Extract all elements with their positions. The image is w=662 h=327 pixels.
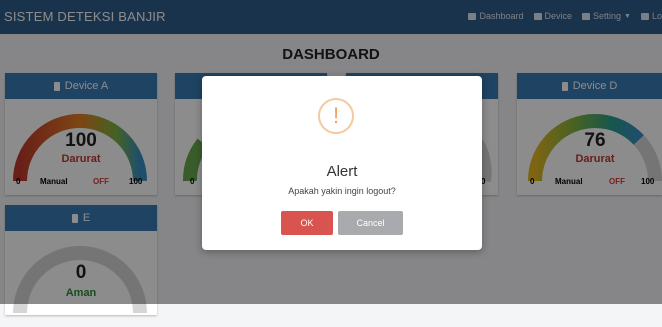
cancel-button[interactable]: Cancel (338, 211, 403, 235)
ok-button[interactable]: OK (281, 211, 333, 235)
logout-alert-dialog: ! Alert Apakah yakin ingin logout? OK Ca… (202, 76, 482, 250)
warning-icon: ! (318, 98, 354, 134)
dialog-message: Apakah yakin ingin logout? (288, 186, 396, 196)
dialog-title: Alert (326, 163, 358, 180)
